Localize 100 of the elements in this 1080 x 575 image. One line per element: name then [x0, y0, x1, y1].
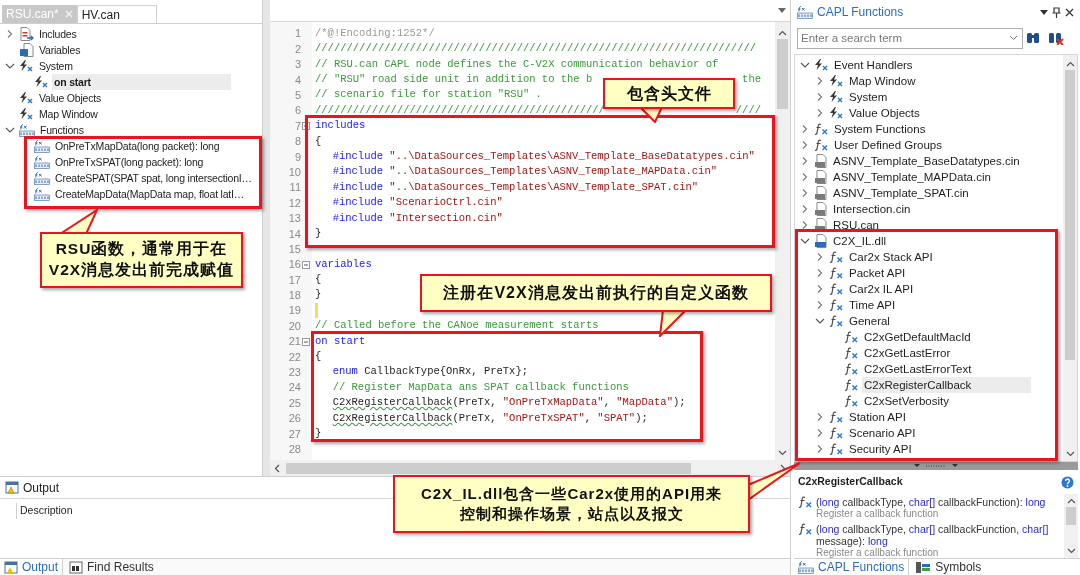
tree-item[interactable]: Value Objects	[847, 105, 922, 121]
panel-title: CAPL Functions	[817, 4, 904, 21]
scrollbar-thumb[interactable]	[286, 462, 691, 474]
line-number: 6	[294, 103, 301, 119]
tree-item[interactable]: ASNV_Template_MAPData.cin	[831, 169, 993, 185]
fold-minus-icon[interactable]	[302, 260, 310, 269]
library-file-icon	[814, 234, 828, 248]
line-number: 11	[289, 180, 301, 196]
tree-item[interactable]: Car2x Stack API	[847, 249, 935, 265]
panel-tab[interactable]: Output	[0, 559, 64, 575]
tree-item[interactable]: ASNV_Template_SPAT.cin	[831, 185, 971, 201]
tree-item[interactable]: OnPreTxMapData(long packet): long	[53, 138, 222, 154]
file-icon	[814, 218, 828, 232]
tree-item[interactable]: C2xRegisterCallback	[862, 377, 1032, 393]
tree-item[interactable]: Station API	[847, 409, 908, 425]
code-line: #include "..\DataSources_Templates\ASNV_Template_BaseDatatypes.cin"	[331, 148, 755, 164]
tree-item[interactable]: Map Window	[847, 73, 918, 89]
function-icon	[814, 139, 829, 151]
function-icon	[798, 523, 813, 535]
scroll-up-icon[interactable]	[1066, 498, 1076, 504]
tree-item[interactable]: Variables	[37, 42, 83, 58]
scroll-down-icon[interactable]	[1065, 451, 1075, 457]
variables-icon	[19, 43, 34, 57]
tree-item[interactable]: Map Window	[37, 106, 100, 122]
fold-minus-icon[interactable]	[302, 337, 310, 346]
pin-icon[interactable]	[1052, 6, 1061, 18]
tree-item[interactable]: Time API	[847, 297, 898, 313]
tree-item[interactable]: C2xSetVerbosity	[862, 393, 951, 409]
scrollbar-thumb[interactable]	[777, 39, 788, 109]
tree-item[interactable]: User Defined Groups	[832, 137, 945, 153]
tree-item[interactable]: C2xGetLastError	[862, 345, 953, 361]
callout-text: 包含头文件	[626, 83, 712, 104]
tree-item[interactable]: C2xGetDefaultMacId	[862, 329, 973, 345]
code-line: // Register MapData ans SPAT callback functions	[331, 379, 629, 395]
fold-minus-icon[interactable]	[302, 122, 310, 131]
code-line: #include "ScenarioCtrl.cin"	[331, 195, 503, 211]
tree-item[interactable]: General	[847, 313, 892, 329]
file-tab[interactable]: HV.can	[76, 5, 157, 23]
function-icon	[829, 283, 844, 295]
help-icon[interactable]	[1061, 475, 1074, 489]
tree-item[interactable]: System	[847, 89, 890, 105]
line-number: 18	[288, 288, 301, 304]
binoculars-icon[interactable]	[1026, 32, 1040, 44]
tree-item[interactable]: ASNV_Template_BaseDatatypes.cin	[831, 153, 1022, 169]
code-line: #include "Intersection.cin"	[331, 210, 503, 226]
panel-tab[interactable]: Find Results	[65, 559, 158, 575]
tree-item[interactable]: OnPreTxSPAT(long packet): long	[53, 154, 206, 170]
line-number: 14	[288, 226, 301, 242]
tree-item[interactable]: Security API	[847, 441, 914, 457]
scroll-up-icon[interactable]	[1065, 61, 1075, 67]
tree-item[interactable]: C2X_IL.dll	[831, 233, 889, 249]
output-icon	[5, 481, 19, 494]
code-fragment: the	[742, 72, 761, 87]
line-number: 16	[288, 257, 301, 273]
function-signature: (long callbackType, char[] callbackFunction, char[] message): long	[816, 523, 1050, 547]
tree-item[interactable]: Scenario API	[847, 425, 918, 441]
column-header[interactable]: Description	[16, 503, 73, 519]
function-icon	[844, 363, 859, 375]
script-icon	[19, 123, 35, 137]
tree-item[interactable]: System Functions	[832, 121, 928, 137]
function-icon	[829, 315, 844, 327]
function-icon	[844, 331, 859, 343]
scroll-down-icon[interactable]	[778, 450, 787, 456]
scrollbar-thumb[interactable]	[1066, 507, 1076, 525]
tree-item[interactable]: RSU.can	[831, 217, 882, 233]
line-number: 25	[288, 395, 301, 411]
close-icon[interactable]	[1065, 7, 1074, 17]
panel-tab[interactable]: Symbols	[911, 559, 986, 575]
tree-item[interactable]: Event Handlers	[832, 57, 915, 73]
tree-item[interactable]: Includes	[37, 26, 79, 42]
code-line: {	[315, 133, 322, 149]
function-icon	[814, 123, 829, 135]
tree-item[interactable]: Intersection.cin	[831, 201, 913, 217]
tree-item[interactable]: Functions	[38, 122, 86, 138]
search-field[interactable]: Enter a search term	[797, 27, 1023, 49]
scroll-down-icon[interactable]	[1066, 548, 1076, 554]
help-title: C2xRegisterCallback	[798, 474, 903, 490]
scroll-left-icon[interactable]	[274, 463, 280, 473]
line-number: 22	[288, 349, 301, 365]
tree-item[interactable]: on start	[52, 74, 231, 90]
tree-item[interactable]: System	[37, 58, 75, 74]
scrollbar-thumb[interactable]	[1065, 70, 1075, 360]
function-icon	[829, 299, 844, 311]
tree-item[interactable]: Value Objects	[37, 90, 103, 106]
clear-search-icon[interactable]	[1048, 31, 1064, 45]
splitter-grip-icon[interactable]	[914, 464, 958, 468]
line-number: 17	[288, 272, 301, 288]
code-line: }	[315, 225, 322, 241]
function-icon	[844, 395, 859, 407]
tree-item[interactable]: Packet API	[847, 265, 908, 281]
function-icon	[829, 443, 844, 455]
dropdown-caret-icon[interactable]	[1040, 9, 1048, 15]
tree-item[interactable]: Car2x IL API	[847, 281, 916, 297]
tree-item[interactable]: CreateMapData(MapData map, float latI…	[53, 186, 247, 202]
code-line: on start	[315, 333, 366, 349]
dropdown-caret-icon[interactable]	[778, 8, 786, 13]
scroll-up-icon[interactable]	[778, 30, 787, 36]
tree-item[interactable]: C2xGetLastErrorText	[862, 361, 974, 377]
code-line: //////////////////////////////////////////////	[315, 102, 605, 118]
tree-item[interactable]: CreateSPAT(SPAT spat, long intersectionI…	[53, 170, 254, 186]
